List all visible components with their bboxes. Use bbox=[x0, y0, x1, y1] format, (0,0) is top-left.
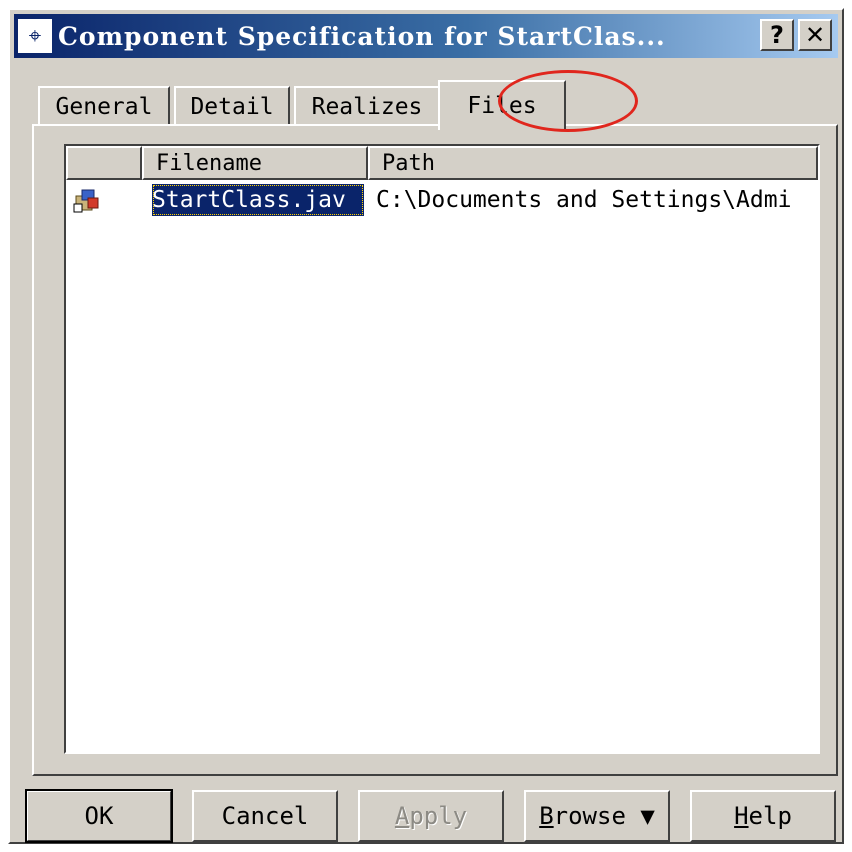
annotation-highlight-circle bbox=[498, 70, 638, 132]
browse-button[interactable]: Browse ▼ bbox=[524, 790, 670, 842]
file-icon bbox=[73, 189, 99, 213]
window-title: Component Specification for StartClas... bbox=[58, 21, 666, 51]
cancel-button[interactable]: Cancel bbox=[192, 790, 338, 842]
close-button[interactable]: ✕ bbox=[798, 19, 832, 51]
filename-cell[interactable]: StartClass.jav bbox=[152, 184, 364, 216]
help-accelerator: H bbox=[734, 802, 749, 830]
component-spec-icon: ⌖ bbox=[18, 19, 52, 53]
title-bar[interactable]: ⌖ Component Specification for StartClas.… bbox=[14, 14, 838, 58]
help-button[interactable]: Help bbox=[690, 790, 836, 842]
help-label: elp bbox=[748, 802, 792, 830]
path-cell[interactable]: C:\Documents and Settings\Admi bbox=[376, 184, 818, 216]
files-tab-panel: Filename Path StartClass.jav C:\Document… bbox=[32, 124, 838, 776]
ok-button[interactable]: OK bbox=[25, 789, 173, 843]
column-header-icon[interactable] bbox=[66, 146, 142, 180]
component-specification-dialog: ⌖ Component Specification for StartClas.… bbox=[8, 8, 844, 844]
browse-accelerator: B bbox=[539, 802, 554, 830]
help-title-button[interactable]: ? bbox=[760, 19, 794, 51]
browse-label: rowse ▼ bbox=[553, 802, 655, 830]
column-header-path[interactable]: Path bbox=[368, 146, 818, 180]
apply-button[interactable]: Apply bbox=[358, 790, 504, 842]
tab-general[interactable]: General bbox=[38, 86, 170, 126]
tab-detail[interactable]: Detail bbox=[174, 86, 290, 126]
column-header-filename[interactable]: Filename bbox=[142, 146, 368, 180]
files-list[interactable]: Filename Path StartClass.jav C:\Document… bbox=[64, 144, 820, 754]
apply-label: pply bbox=[409, 802, 468, 830]
tab-realizes[interactable]: Realizes bbox=[294, 86, 440, 126]
apply-accelerator: A bbox=[394, 802, 410, 830]
